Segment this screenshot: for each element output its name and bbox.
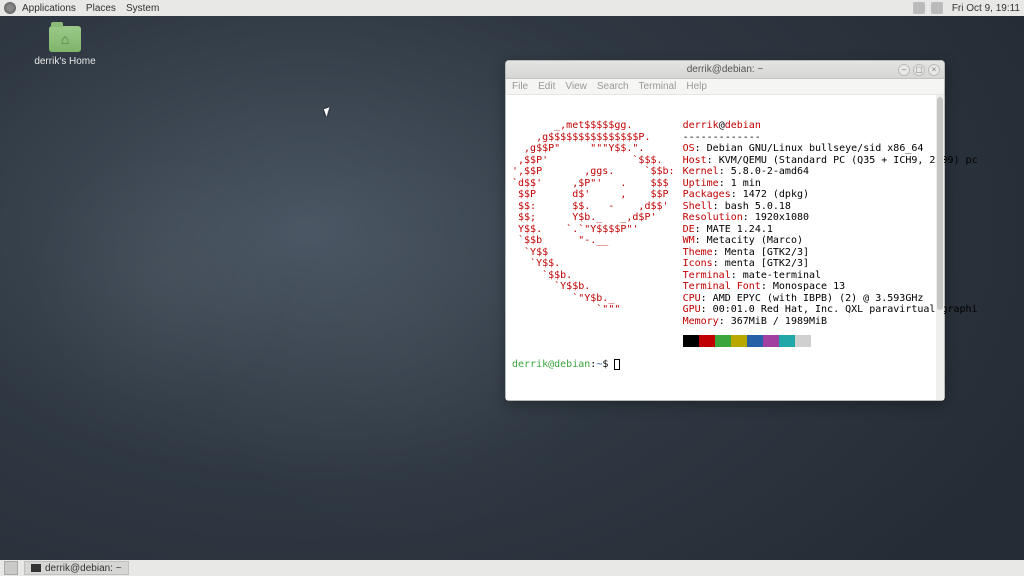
network-icon[interactable] [931,2,943,14]
home-folder-icon[interactable]: derrik's Home [30,26,100,67]
color-swatches [683,335,978,347]
color-swatch [731,335,747,347]
terminal-window: derrik@debian: ~ – ▢ × File Edit View Se… [505,60,945,401]
maximize-button[interactable]: ▢ [913,64,925,76]
menubar: File Edit View Search Terminal Help [506,79,944,95]
menu-edit[interactable]: Edit [538,81,555,92]
ascii-logo: _,met$$$$$gg. ,g$$$$$$$$$$$$$$$P. ,g$$P"… [512,120,675,316]
color-swatch [795,335,811,347]
scrollbar-thumb[interactable] [937,97,943,310]
color-swatch [699,335,715,347]
menu-view[interactable]: View [565,81,587,92]
menu-places[interactable]: Places [86,3,116,14]
taskbar-entry-terminal[interactable]: derrik@debian: ~ [24,561,129,575]
scrollbar[interactable] [936,95,944,400]
bottom-panel: derrik@debian: ~ [0,560,1024,576]
home-folder-label: derrik's Home [30,56,100,67]
menu-applications[interactable]: Applications [22,3,76,14]
folder-icon [49,26,81,52]
menu-help[interactable]: Help [686,81,707,92]
mate-logo-icon[interactable] [4,2,16,14]
prompt: derrik@debian:~$ [512,359,938,371]
color-swatch [763,335,779,347]
titlebar[interactable]: derrik@debian: ~ – ▢ × [506,61,944,79]
window-title: derrik@debian: ~ [687,64,764,75]
mouse-cursor-icon [324,107,332,117]
close-button[interactable]: × [928,64,940,76]
color-swatch [715,335,731,347]
top-panel: Applications Places System Fri Oct 9, 19… [0,0,1024,16]
terminal-body[interactable]: _,met$$$$$gg. ,g$$$$$$$$$$$$$$$P. ,g$$P"… [506,95,944,400]
menu-file[interactable]: File [512,81,528,92]
menu-terminal[interactable]: Terminal [639,81,677,92]
taskbar-entry-label: derrik@debian: ~ [45,563,122,574]
color-swatch [683,335,699,347]
clock[interactable]: Fri Oct 9, 19:11 [952,3,1020,14]
color-swatch [779,335,795,347]
minimize-button[interactable]: – [898,64,910,76]
volume-icon[interactable] [913,2,925,14]
terminal-icon [31,564,41,572]
cursor-icon [614,359,620,370]
neofetch-info: derrik@debian ------------- OS: Debian G… [683,120,978,347]
show-desktop-button[interactable] [4,561,18,575]
menu-search[interactable]: Search [597,81,629,92]
color-swatch [747,335,763,347]
menu-system[interactable]: System [126,3,159,14]
